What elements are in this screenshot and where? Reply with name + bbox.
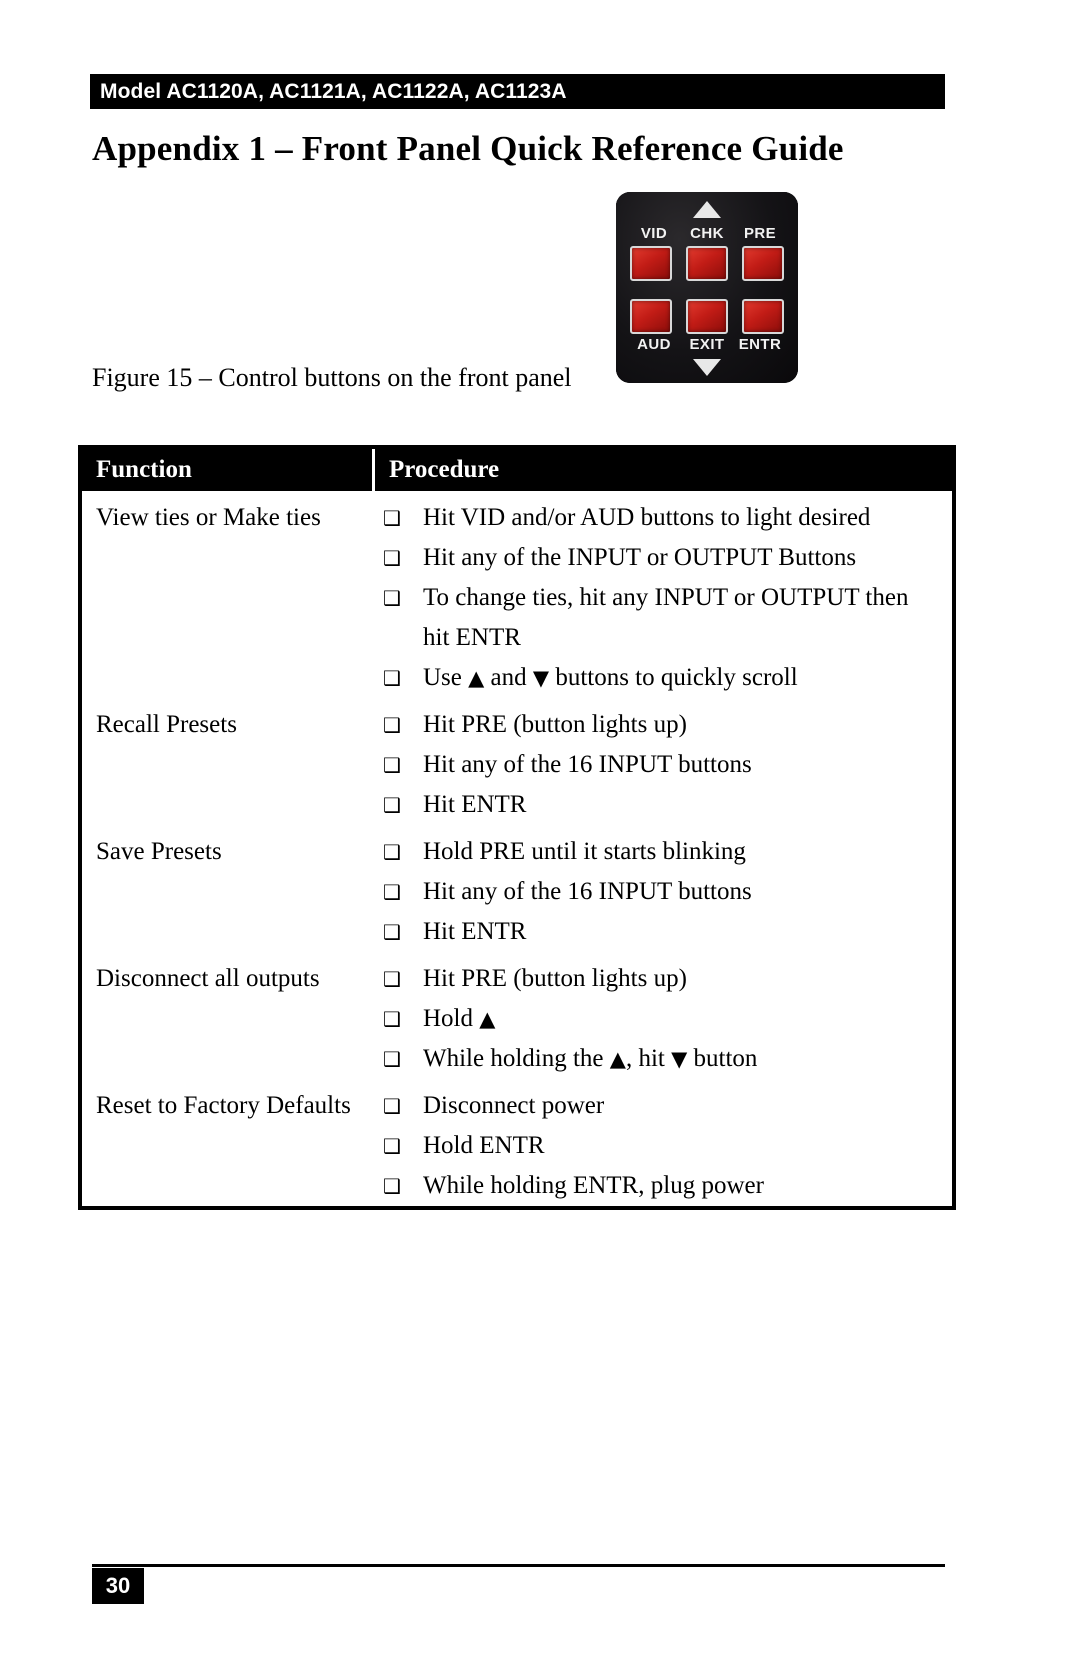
page-number-badge: 30 bbox=[92, 1568, 144, 1604]
checkbox-bullet-icon: ❑ bbox=[383, 1134, 401, 1158]
down-arrow-icon bbox=[693, 359, 721, 376]
panel-label-vid: VID bbox=[640, 225, 668, 242]
table-row: Recall Presets ❑ Hit PRE (button lights up… bbox=[82, 698, 952, 825]
checkbox-bullet-icon: ❑ bbox=[383, 753, 401, 777]
table-cell-function: Disconnect all outputs bbox=[96, 965, 320, 992]
panel-top-labels: VID CHK PRE bbox=[630, 225, 784, 242]
procedure-text: Use ▲ and ▼ buttons to quickly scroll bbox=[423, 664, 798, 691]
checkbox-bullet-icon: ❑ bbox=[383, 793, 401, 817]
panel-top-buttons bbox=[630, 246, 784, 281]
checkbox-bullet-icon: ❑ bbox=[383, 920, 401, 944]
panel-bottom-labels: AUD EXIT ENTR bbox=[630, 336, 784, 353]
up-arrow-icon bbox=[693, 201, 721, 218]
procedure-item: ❑ Hold PRE until it starts blinking bbox=[375, 832, 952, 872]
table-cell-procedure: ❑ Hit VID and/or AUD buttons to light des… bbox=[375, 491, 952, 698]
table-cell-function: View ties or Make ties bbox=[96, 504, 321, 531]
panel-label-pre: PRE bbox=[743, 225, 777, 242]
table-row: Disconnect all outputs ❑ Hit PRE (button l… bbox=[82, 952, 952, 1079]
procedure-item: ❑ To change ties, hit any INPUT or OUTPUT… bbox=[375, 578, 952, 658]
procedure-text: Hit any of the INPUT or OUTPUT Buttons bbox=[423, 544, 857, 571]
checkbox-bullet-icon: ❑ bbox=[383, 586, 401, 610]
panel-label-exit: EXIT bbox=[689, 336, 725, 353]
checkbox-bullet-icon: ❑ bbox=[383, 666, 401, 690]
panel-button-entr bbox=[742, 299, 784, 334]
panel-label-entr: ENTR bbox=[738, 336, 782, 353]
procedure-text: Hit any of the 16 INPUT buttons bbox=[423, 751, 752, 778]
procedure-item: ❑ Hold ▲ bbox=[375, 999, 952, 1039]
panel-button-vid bbox=[630, 246, 672, 281]
table-cell-procedure: ❑ Disconnect power ❑ Hold ENTR ❑ While holdin… bbox=[375, 1079, 952, 1206]
procedure-item: ❑ Disconnect power bbox=[375, 1086, 952, 1126]
panel-label-aud: AUD bbox=[637, 336, 671, 353]
table-cell-procedure: ❑ Hit PRE (button lights up) ❑ Hit any of t… bbox=[375, 698, 952, 825]
procedure-item: ❑ Hit PRE (button lights up) bbox=[375, 959, 952, 999]
table-cell-procedure: ❑ Hold PRE until it starts blinking ❑ Hit a… bbox=[375, 825, 952, 952]
panel-bottom-buttons bbox=[630, 299, 784, 334]
procedure-item: ❑ Hold ENTR bbox=[375, 1126, 952, 1166]
table-cell-procedure: ❑ Hit PRE (button lights up) ❑ Hold ▲ ❑ While… bbox=[375, 952, 952, 1079]
checkbox-bullet-icon: ❑ bbox=[383, 840, 401, 864]
front-panel-figure: VID CHK PRE AUD EXIT ENTR bbox=[616, 192, 798, 383]
procedure-item: ❑ Hit ENTR bbox=[375, 785, 952, 825]
panel-button-exit bbox=[686, 299, 728, 334]
page-title: Appendix 1 – Front Panel Quick Reference… bbox=[92, 129, 844, 168]
checkbox-bullet-icon: ❑ bbox=[383, 1174, 401, 1198]
table-header-row: Function Procedure bbox=[82, 449, 952, 491]
figure-caption: Figure 15 – Control buttons on the front… bbox=[92, 363, 572, 392]
checkbox-bullet-icon: ❑ bbox=[383, 546, 401, 570]
procedure-text: Hit any of the 16 INPUT buttons bbox=[423, 878, 752, 905]
panel-button-aud bbox=[630, 299, 672, 334]
procedure-item: ❑ While holding ENTR, plug power bbox=[375, 1166, 952, 1206]
checkbox-bullet-icon: ❑ bbox=[383, 506, 401, 530]
table-row: Save Presets ❑ Hold PRE until it starts bl… bbox=[82, 825, 952, 952]
panel-button-chk bbox=[686, 246, 728, 281]
checkbox-bullet-icon: ❑ bbox=[383, 1094, 401, 1118]
procedure-item: ❑ Hit any of the 16 INPUT buttons bbox=[375, 872, 952, 912]
checkbox-bullet-icon: ❑ bbox=[383, 713, 401, 737]
procedure-text: While holding ENTR, plug power bbox=[423, 1172, 764, 1199]
checkbox-bullet-icon: ❑ bbox=[383, 1047, 401, 1071]
table-header-procedure: Procedure bbox=[389, 456, 500, 483]
procedure-item: ❑ Hit PRE (button lights up) bbox=[375, 705, 952, 745]
procedure-text: Hit PRE (button lights up) bbox=[423, 711, 687, 738]
procedure-text: Disconnect power bbox=[423, 1092, 605, 1119]
front-panel-body: VID CHK PRE AUD EXIT ENTR bbox=[616, 192, 798, 383]
procedure-text: Hold ENTR bbox=[423, 1132, 545, 1159]
running-header-bar: Model AC1120A, AC1121A, AC1122A, AC1123A bbox=[90, 74, 945, 109]
checkbox-bullet-icon: ❑ bbox=[383, 880, 401, 904]
procedure-text: Hit VID and/or AUD buttons to light desi… bbox=[423, 504, 871, 531]
table-cell-function: Reset to Factory Defaults bbox=[96, 1092, 351, 1119]
procedure-text: Hold ▲ bbox=[423, 1005, 496, 1032]
procedure-text: Hit PRE (button lights up) bbox=[423, 965, 687, 992]
table-cell-function: Save Presets bbox=[96, 838, 222, 865]
procedure-item: ❑ Hit ENTR bbox=[375, 912, 952, 952]
procedure-item: ❑ Hit any of the INPUT or OUTPUT Buttons bbox=[375, 538, 952, 578]
table-row: Reset to Factory Defaults ❑ Disconnect pow… bbox=[82, 1079, 952, 1206]
document-page: Model AC1120A, AC1121A, AC1122A, AC1123A… bbox=[0, 0, 1080, 1669]
procedure-item: ❑ Use ▲ and ▼ buttons to quickly scroll bbox=[375, 658, 952, 698]
table-row: View ties or Make ties ❑ Hit VID and/or AU… bbox=[82, 491, 952, 698]
quick-reference-table: Function Procedure View ties or Make tie… bbox=[78, 445, 956, 1210]
table-header-function: Function bbox=[82, 449, 375, 491]
procedure-item: ❑ Hit VID and/or AUD buttons to light des… bbox=[375, 498, 952, 538]
procedure-text: Hit ENTR bbox=[423, 791, 527, 818]
procedure-text: Hit ENTR bbox=[423, 918, 527, 945]
footer-rule bbox=[92, 1564, 945, 1567]
procedure-item: ❑ Hit any of the 16 INPUT buttons bbox=[375, 745, 952, 785]
procedure-text: Hold PRE until it starts blinking bbox=[423, 838, 746, 865]
checkbox-bullet-icon: ❑ bbox=[383, 967, 401, 991]
running-header-text: Model AC1120A, AC1121A, AC1122A, AC1123A bbox=[100, 79, 567, 103]
procedure-item: ❑ While holding the ▲, hit ▼ button bbox=[375, 1039, 952, 1079]
panel-button-pre bbox=[742, 246, 784, 281]
table-cell-function: Recall Presets bbox=[96, 711, 237, 738]
procedure-text: While holding the ▲, hit ▼ button bbox=[423, 1045, 758, 1072]
table-body: View ties or Make ties ❑ Hit VID and/or AU… bbox=[82, 491, 952, 1206]
panel-label-chk: CHK bbox=[690, 225, 724, 242]
procedure-text: To change ties, hit any INPUT or OUTPUT … bbox=[423, 584, 909, 651]
checkbox-bullet-icon: ❑ bbox=[383, 1007, 401, 1031]
